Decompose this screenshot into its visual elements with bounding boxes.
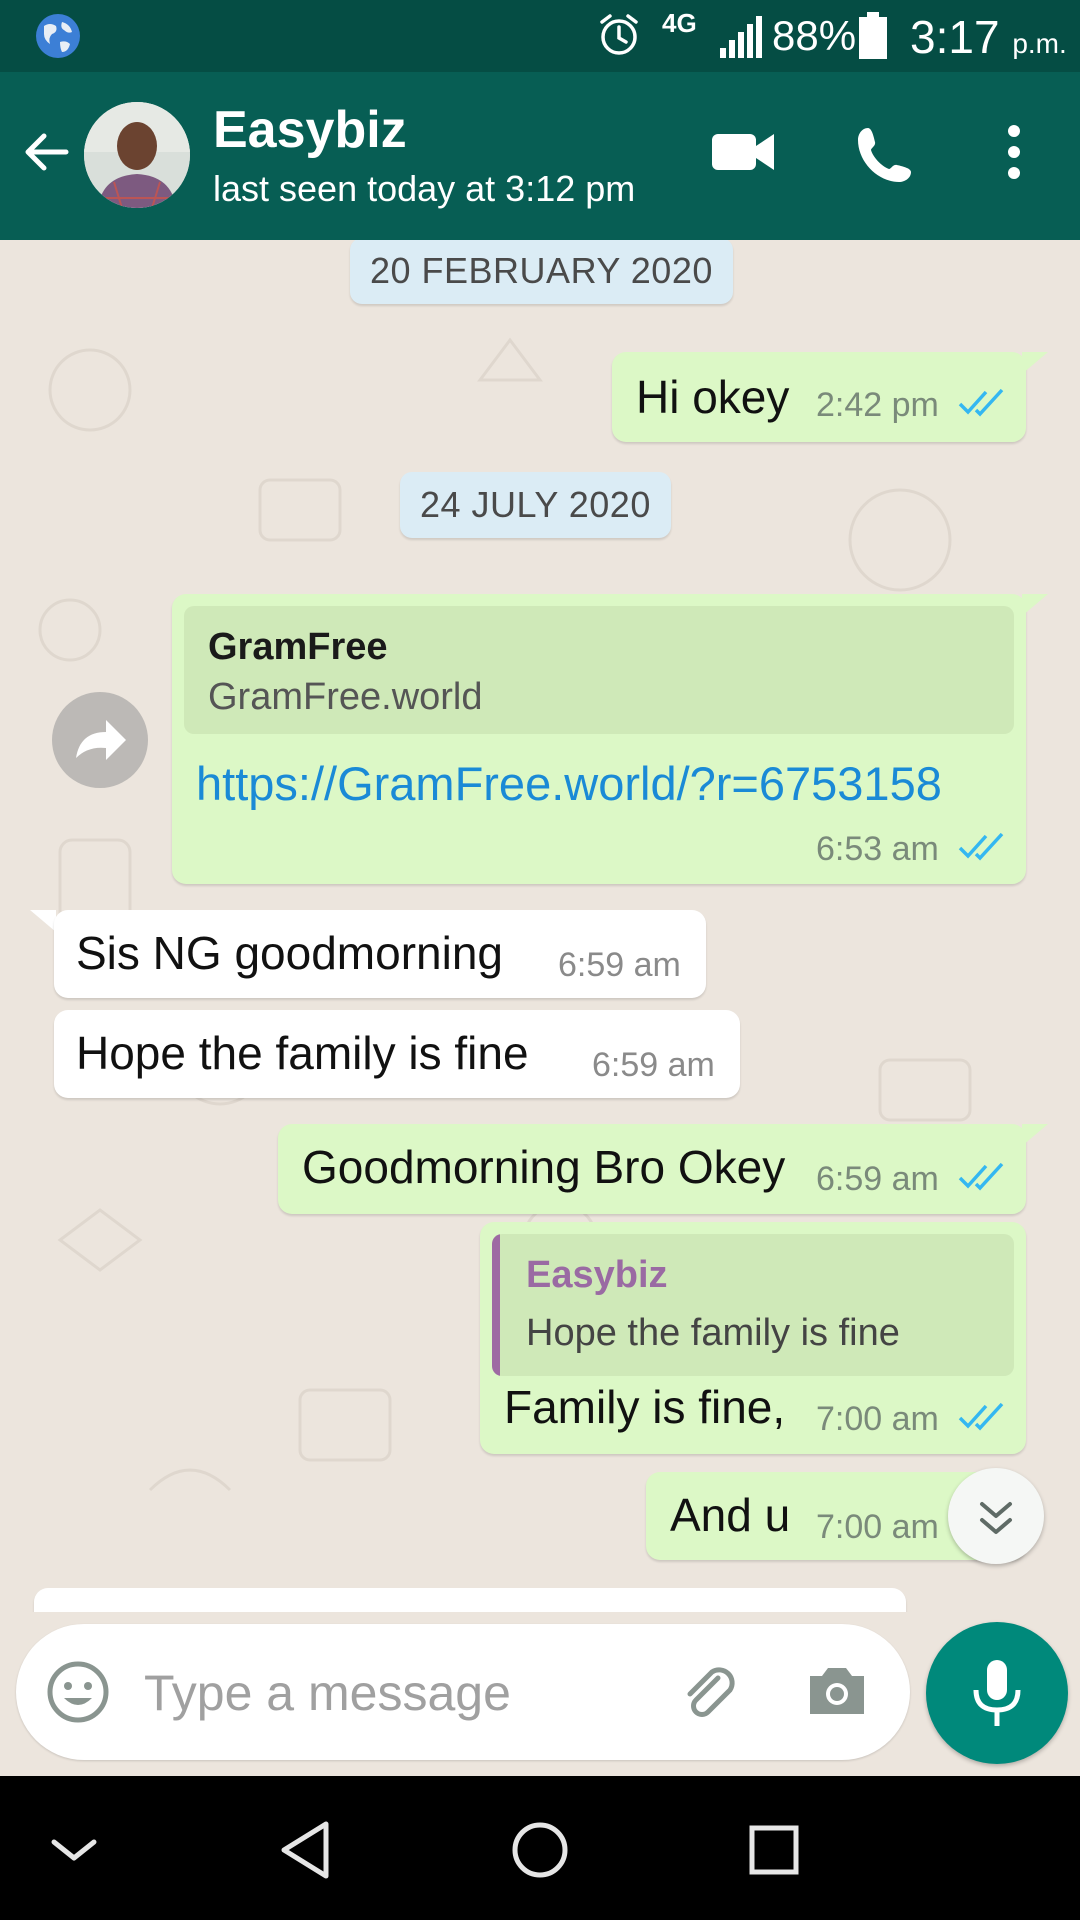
chat-header: Easybiz last seen today at 3:12 pm bbox=[0, 72, 1080, 240]
message-time: 2:42 pm bbox=[816, 386, 939, 424]
outgoing-message[interactable]: Goodmorning Bro Okey 6:59 am bbox=[278, 1124, 1026, 1214]
microphone-icon bbox=[973, 1660, 1021, 1726]
message-composer: Type a message bbox=[16, 1624, 910, 1760]
signal-icon bbox=[720, 16, 762, 58]
outgoing-message[interactable]: Hi okey 2:42 pm bbox=[612, 352, 1026, 442]
message-time: 6:59 am bbox=[558, 946, 681, 984]
incoming-message-partial[interactable] bbox=[34, 1588, 906, 1612]
android-navigation-bar bbox=[0, 1776, 1080, 1920]
link-preview-title: GramFree bbox=[208, 626, 388, 668]
read-ticks-icon bbox=[958, 388, 1004, 417]
date-separator: 24 JULY 2020 bbox=[400, 472, 671, 538]
scroll-to-bottom-button[interactable] bbox=[948, 1468, 1044, 1564]
read-ticks-icon bbox=[958, 1402, 1004, 1431]
alarm-icon bbox=[600, 14, 638, 55]
voice-message-button[interactable] bbox=[926, 1622, 1068, 1764]
video-call-icon[interactable] bbox=[710, 128, 776, 176]
network-type: 4G bbox=[662, 8, 697, 38]
quote-accent-bar bbox=[492, 1234, 500, 1376]
clock-ampm: p.m. bbox=[1012, 28, 1067, 59]
message-time: 7:00 am bbox=[816, 1508, 939, 1546]
double-chevron-down-icon bbox=[980, 1502, 1012, 1534]
status-bar: 4G 88% 3:17 p.m. bbox=[0, 0, 1080, 72]
message-text: And u bbox=[670, 1489, 791, 1541]
chat-messages-area[interactable]: 20 FEBRUARY 2020 Hi okey 2:42 pm 24 JULY… bbox=[0, 240, 1080, 1612]
quoted-sender: Easybiz bbox=[526, 1254, 668, 1296]
read-ticks-icon bbox=[958, 832, 1004, 861]
message-time: 6:53 am bbox=[816, 830, 939, 868]
hide-keyboard-icon[interactable] bbox=[44, 1820, 104, 1880]
bubble-tail bbox=[1022, 352, 1048, 374]
outgoing-link-message[interactable]: GramFree GramFree.world https://GramFree… bbox=[172, 594, 1026, 884]
outgoing-reply-message[interactable]: Easybiz Hope the family is fine Family i… bbox=[480, 1222, 1026, 1454]
camera-icon[interactable] bbox=[806, 1662, 868, 1718]
bubble-tail bbox=[30, 910, 56, 932]
voice-call-icon[interactable] bbox=[856, 124, 916, 184]
quoted-message[interactable]: Easybiz Hope the family is fine bbox=[492, 1234, 1014, 1376]
contact-avatar[interactable] bbox=[84, 102, 190, 208]
quoted-text: Hope the family is fine bbox=[526, 1312, 900, 1354]
message-time: 7:00 am bbox=[816, 1400, 939, 1438]
link-preview-site: GramFree.world bbox=[208, 676, 483, 718]
message-input[interactable]: Type a message bbox=[144, 1664, 511, 1722]
clock-time: 3:17 bbox=[910, 11, 1000, 63]
link-preview-card[interactable]: GramFree GramFree.world bbox=[184, 606, 1014, 734]
back-nav-icon[interactable] bbox=[276, 1820, 336, 1880]
attachment-icon[interactable] bbox=[676, 1660, 740, 1724]
battery-icon bbox=[859, 12, 887, 59]
date-separator: 20 FEBRUARY 2020 bbox=[350, 240, 733, 304]
forward-button[interactable] bbox=[52, 692, 148, 788]
home-nav-icon[interactable] bbox=[510, 1820, 570, 1880]
message-text: Sis NG goodmorning bbox=[76, 927, 503, 979]
back-arrow-icon[interactable] bbox=[18, 124, 74, 180]
message-text: Hope the family is fine bbox=[76, 1027, 529, 1079]
recents-nav-icon[interactable] bbox=[744, 1820, 804, 1880]
emoji-icon[interactable] bbox=[46, 1660, 110, 1724]
incoming-message[interactable]: Sis NG goodmorning 6:59 am bbox=[54, 910, 706, 998]
bubble-tail bbox=[1022, 594, 1048, 616]
read-ticks-icon bbox=[958, 1162, 1004, 1191]
last-seen-status: last seen today at 3:12 pm bbox=[213, 168, 636, 209]
status-clock: 3:17 p.m. bbox=[910, 10, 1067, 64]
globe-icon bbox=[36, 14, 80, 58]
battery-percent: 88% bbox=[772, 12, 857, 59]
incoming-message[interactable]: Hope the family is fine 6:59 am bbox=[54, 1010, 740, 1098]
message-time: 6:59 am bbox=[592, 1046, 715, 1084]
bubble-tail bbox=[1022, 1124, 1048, 1146]
message-link[interactable]: https://GramFree.world/?r=6753158 bbox=[196, 756, 942, 811]
message-text: Family is fine, bbox=[504, 1381, 786, 1433]
message-time: 6:59 am bbox=[816, 1160, 939, 1198]
more-options-icon[interactable] bbox=[1000, 122, 1028, 182]
message-text: Goodmorning Bro Okey bbox=[302, 1141, 786, 1193]
forward-icon bbox=[76, 720, 126, 760]
message-text: Hi okey bbox=[636, 371, 790, 423]
contact-name[interactable]: Easybiz bbox=[213, 100, 407, 160]
